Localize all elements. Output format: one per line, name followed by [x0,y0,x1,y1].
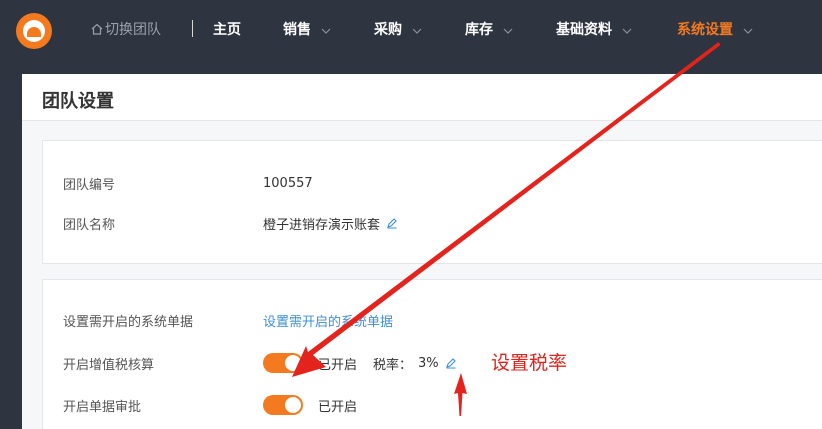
team-info-card: 团队编号 100557 团队名称 橙子进销存演示账套 [42,140,822,264]
pencil-edit-icon[interactable] [445,357,457,369]
team-name-row: 团队名称 橙子进销存演示账套 [63,213,398,233]
nav-item-system-settings[interactable]: 系统设置 [677,19,753,39]
system-options-card: 设置需开启的系统单据 设置需开启的系统单据 开启增值税核算 已开启 税率： 3%… [42,279,822,429]
chevron-down-icon [622,24,632,34]
tax-rate-value: 3% [418,355,439,371]
approval-toggle[interactable] [263,395,303,415]
system-docs-link[interactable]: 设置需开启的系统单据 [263,311,393,330]
team-id-label: 团队编号 [63,177,116,193]
nav-item-purchase[interactable]: 采购 [374,19,422,39]
approval-row: 开启单据审批 已开启 [63,395,357,415]
nav-item-basic-data-label: 基础资料 [556,22,612,38]
chevron-down-icon [321,24,331,34]
nav-item-inventory[interactable]: 库存 [465,19,513,39]
nav-item-home[interactable]: 主页 [213,19,241,39]
home-outline-icon [91,23,103,35]
page-title: 团队设置 [42,91,114,112]
top-navigation-bar: 切换团队 主页 销售 采购 库存 基础资料 系统设置 [0,0,822,58]
vat-state-text: 已开启 [318,357,358,373]
annotation-set-tax-rate: 设置税率 [491,352,568,374]
approval-label: 开启单据审批 [63,399,142,415]
team-name-value: 橙子进销存演示账套 [263,217,381,233]
switch-team-button[interactable]: 切换团队 [91,19,161,39]
team-name-label: 团队名称 [63,217,116,233]
system-docs-row: 设置需开启的系统单据 设置需开启的系统单据 [63,310,393,330]
chevron-down-icon [412,24,422,34]
nav-item-home-label: 主页 [213,22,241,38]
switch-team-label: 切换团队 [105,22,161,38]
nav-item-purchase-label: 采购 [374,22,402,38]
panel-header: 团队设置 [22,74,822,121]
pencil-edit-icon[interactable] [386,217,398,229]
vat-toggle[interactable] [263,353,303,373]
vat-row: 开启增值税核算 已开启 税率： 3% [63,353,457,373]
chevron-down-icon [743,24,753,34]
app-logo-icon[interactable] [16,13,52,49]
nav-item-basic-data[interactable]: 基础资料 [556,19,632,39]
nav-item-system-settings-label: 系统设置 [677,22,733,38]
chevron-down-icon [503,24,513,34]
approval-state-text: 已开启 [318,399,358,415]
nav-item-sales-label: 销售 [283,22,311,38]
vat-label: 开启增值税核算 [63,357,155,373]
nav-divider [192,20,193,37]
team-id-row: 团队编号 100557 [63,173,313,193]
nav-item-sales[interactable]: 销售 [283,19,331,39]
nav-item-inventory-label: 库存 [465,22,493,38]
team-id-value: 100557 [263,175,313,191]
system-docs-label: 设置需开启的系统单据 [63,314,194,330]
team-settings-panel: 团队设置 团队编号 100557 团队名称 橙子进销存演示账套 设置需开启的系统… [22,74,822,429]
tax-rate-label: 税率： [373,357,413,373]
